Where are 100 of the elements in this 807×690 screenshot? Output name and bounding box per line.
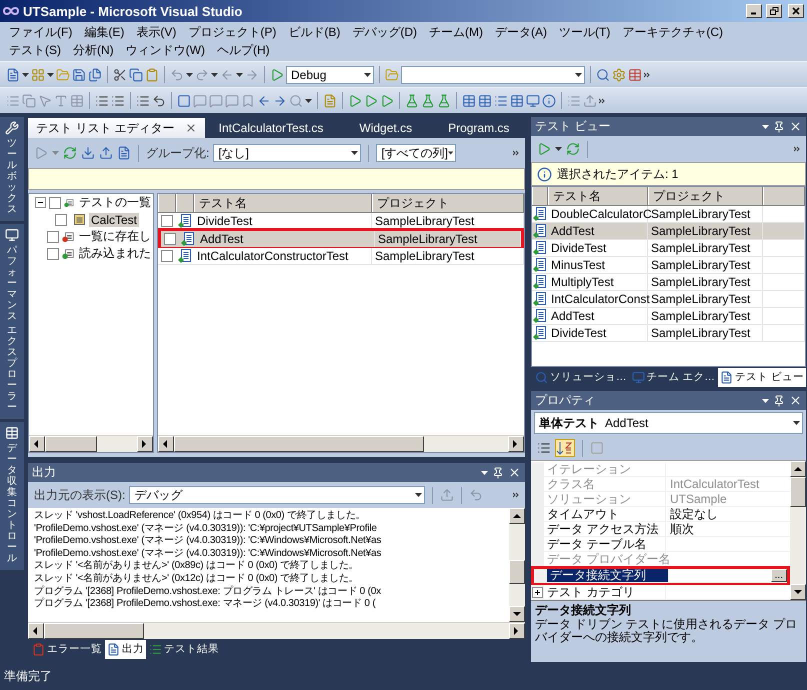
overflow-icon[interactable] — [513, 150, 519, 156]
source-dropdown[interactable]: デバッグ — [129, 486, 426, 504]
overflow-icon[interactable] — [513, 492, 519, 498]
scrollbar-thumb[interactable] — [44, 623, 144, 639]
save-icon[interactable] — [72, 68, 86, 82]
side-tab-label[interactable]: データ収集コントロール — [7, 443, 17, 564]
side-tab-label[interactable]: エクスプローラー — [7, 325, 17, 413]
group-by-dropdown[interactable]: [なし] — [213, 144, 362, 162]
test-row[interactable]: AddTest SampleLibraryTest — [532, 308, 805, 325]
close-icon[interactable] — [792, 7, 800, 15]
copy-icon[interactable] — [129, 68, 143, 82]
side-tab-label[interactable]: パフォーマンス — [7, 245, 17, 322]
property-row[interactable]: データ接続文字列 ... — [531, 566, 790, 586]
table-icon[interactable] — [462, 94, 476, 108]
column-header[interactable]: テスト名 — [548, 187, 648, 205]
caret-icon[interactable] — [793, 421, 800, 425]
document-icon[interactable] — [323, 94, 337, 108]
close-icon[interactable] — [789, 120, 802, 133]
property-row[interactable]: データ テーブル名 — [531, 537, 790, 552]
close-icon[interactable] — [184, 122, 197, 134]
close-button[interactable] — [788, 4, 804, 18]
property-row[interactable]: データ アクセス方法 順次 — [531, 522, 790, 537]
close-icon[interactable] — [508, 466, 521, 479]
expander-icon[interactable] — [35, 197, 46, 208]
scrollbar-thumb[interactable] — [509, 560, 525, 584]
scrollbar-thumb[interactable] — [790, 477, 806, 507]
menu-item[interactable]: ヘルプ(H) — [212, 41, 277, 59]
flask-icon[interactable] — [421, 94, 435, 108]
test-row[interactable]: MultiplyTest SampleLibraryTest — [532, 274, 805, 291]
horizontal-scrollbar[interactable] — [29, 435, 153, 452]
panel-tab[interactable]: テスト ビュー — [718, 368, 806, 386]
column-header[interactable]: プロジェクト — [648, 187, 763, 205]
menu-item[interactable]: ツール(T) — [554, 23, 618, 41]
tree-item[interactable]: CalcTest — [89, 212, 140, 226]
checkbox[interactable] — [46, 230, 59, 242]
menu-item[interactable]: チーム(M) — [424, 23, 490, 41]
table-icon[interactable] — [478, 94, 492, 108]
table-icon[interactable] — [628, 68, 642, 82]
menu-item[interactable]: データ(A) — [490, 23, 554, 41]
table-icon[interactable] — [510, 94, 524, 108]
tree-item[interactable]: テストの一覧 — [77, 194, 153, 211]
panel-tab[interactable]: 出力 — [105, 640, 146, 658]
caret-icon[interactable] — [448, 151, 454, 155]
caret-icon[interactable] — [351, 151, 358, 155]
caret-icon[interactable] — [186, 72, 193, 76]
files-icon[interactable] — [88, 68, 102, 82]
caret-icon[interactable] — [555, 147, 562, 151]
menu-item[interactable]: プロジェクト(P) — [183, 23, 284, 41]
caret-icon[interactable] — [762, 398, 769, 402]
document-icon[interactable] — [117, 146, 131, 160]
play-icon[interactable] — [348, 94, 362, 108]
menu-item[interactable]: デバッグ(D) — [347, 23, 424, 41]
menu-item[interactable]: 編集(E) — [79, 23, 132, 41]
restore-icon[interactable] — [770, 7, 778, 15]
columns-dropdown[interactable]: [すべての列] — [376, 144, 456, 162]
menu-item[interactable]: 分析(N) — [68, 41, 121, 59]
restore-button[interactable] — [766, 4, 782, 18]
checkbox[interactable] — [161, 215, 173, 227]
flask-icon[interactable] — [405, 94, 419, 108]
sort-alphabetical-icon[interactable] — [555, 439, 575, 457]
test-row[interactable]: DivideTest SampleLibraryTest — [532, 240, 805, 257]
test-row[interactable]: AddTest SampleLibraryTest — [532, 223, 805, 240]
caret-icon[interactable] — [236, 72, 243, 76]
test-row[interactable]: DivideTest SampleLibraryTest — [532, 325, 805, 342]
vertical-scrollbar[interactable] — [509, 508, 525, 622]
expander-icon[interactable] — [532, 587, 543, 598]
test-row[interactable]: AddTest SampleLibraryTest — [158, 228, 524, 250]
menu-item[interactable]: アーキテクチャ(C) — [617, 23, 730, 41]
caret-icon[interactable] — [364, 72, 371, 76]
horizontal-scrollbar[interactable] — [158, 435, 524, 452]
property-row[interactable]: タイムアウト 設定なし — [531, 507, 790, 522]
document-tab[interactable]: Widget.cs — [351, 118, 420, 138]
checkbox[interactable] — [55, 214, 67, 226]
caret-icon[interactable] — [481, 470, 488, 474]
overflow-icon[interactable] — [599, 98, 605, 104]
import-icon[interactable] — [81, 146, 95, 160]
checkbox[interactable] — [161, 250, 173, 262]
ellipsis-button[interactable]: ... — [770, 569, 787, 582]
back-icon[interactable] — [257, 94, 271, 108]
square-icon[interactable] — [177, 94, 191, 108]
column-header[interactable]: テスト名 — [194, 194, 372, 212]
document-tab[interactable]: テスト リスト エディター — [28, 118, 205, 138]
scrollbar-thumb[interactable] — [174, 436, 424, 452]
column-header[interactable]: プロジェクト — [372, 194, 524, 212]
checkbox[interactable] — [164, 233, 176, 245]
panel-tab[interactable]: テスト結果 — [147, 640, 221, 658]
menu-item[interactable]: 表示(V) — [131, 23, 184, 41]
info-icon[interactable] — [542, 94, 556, 108]
caret-icon[interactable] — [211, 72, 218, 76]
test-row[interactable]: IntCalculatorConstructorTest SampleLibraryTest — [158, 248, 524, 265]
checkbox[interactable] — [46, 248, 59, 260]
caret-icon[interactable] — [305, 98, 312, 102]
menu-item[interactable]: ウィンドウ(W) — [120, 41, 212, 59]
caret-icon[interactable] — [575, 72, 582, 76]
play-icon[interactable] — [380, 94, 394, 108]
caret-icon[interactable] — [415, 493, 422, 497]
export-icon[interactable] — [99, 146, 113, 160]
monitor-icon[interactable] — [526, 94, 540, 108]
close-icon[interactable] — [789, 394, 802, 407]
overflow-icon[interactable] — [794, 146, 800, 152]
